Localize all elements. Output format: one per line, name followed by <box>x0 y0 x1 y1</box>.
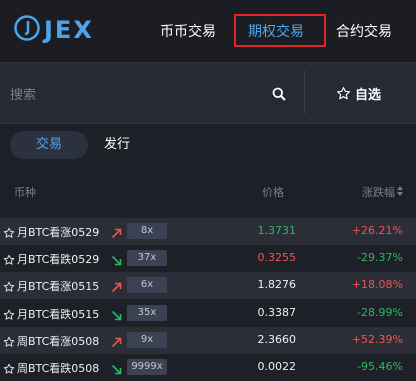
tab-issue[interactable]: 发行 <box>96 131 138 159</box>
star-outline-icon <box>337 87 350 100</box>
search-divider <box>304 70 305 114</box>
row-symbol: 周BTC看涨0508 <box>17 334 100 348</box>
row-price: 2.3660 <box>257 332 297 346</box>
row-price: 0.3387 <box>257 305 297 319</box>
row-symbol: 月BTC看跌0515 <box>17 307 100 321</box>
table-row[interactable]: 周BTC看涨0508 9x 2.3660 +52.39% <box>0 326 416 354</box>
arrow-down-right-icon <box>111 360 122 379</box>
row-change: +52.39% <box>351 332 403 346</box>
star-outline-icon[interactable] <box>3 333 15 352</box>
arrow-up-right-icon <box>111 224 122 243</box>
top-bar: JEX 币币交易 期权交易 合约交易 <box>0 0 416 62</box>
row-price: 1.8276 <box>257 278 297 292</box>
row-change: +26.21% <box>351 224 403 237</box>
header-symbol: 币种 <box>14 186 36 199</box>
table-row[interactable]: 月BTC看涨0515 6x 1.8276 +18.08% <box>0 272 416 300</box>
favorites-label: 自选 <box>355 88 382 103</box>
arrow-down-right-icon <box>111 306 122 325</box>
row-change: -95.46% <box>357 360 403 373</box>
active-nav-highlight <box>234 14 326 47</box>
logo-text: JEX <box>44 16 94 44</box>
row-price: 0.3255 <box>257 251 297 265</box>
header-change-label: 涨跌幅 <box>362 186 395 199</box>
favorites-button[interactable]: 自选 <box>336 84 381 103</box>
row-change: +18.08% <box>351 278 403 292</box>
star-outline-icon[interactable] <box>3 224 15 243</box>
search-input[interactable]: 搜索 <box>10 84 36 103</box>
leverage-badge: 35x <box>127 304 167 321</box>
header-price[interactable]: 价格 <box>262 184 284 200</box>
table-row[interactable]: 月BTC看跌0529 37x 0.3255 -29.37% <box>0 245 416 272</box>
logo-icon <box>14 15 40 45</box>
star-outline-icon[interactable] <box>3 306 15 325</box>
sort-icon <box>397 185 403 199</box>
row-symbol: 月BTC看跌0529 <box>17 253 100 267</box>
row-change: -28.99% <box>357 305 403 319</box>
header-change[interactable]: 涨跌幅 <box>362 184 403 200</box>
row-price: 1.3731 <box>257 224 297 237</box>
nav-spot-trading[interactable]: 币币交易 <box>160 21 216 41</box>
star-outline-icon[interactable] <box>3 278 15 297</box>
leverage-badge: 8x <box>127 223 167 239</box>
row-symbol: 月BTC看涨0529 <box>17 226 100 239</box>
row-symbol: 周BTC看跌0508 <box>17 362 100 375</box>
star-outline-icon[interactable] <box>3 360 15 379</box>
logo[interactable]: JEX <box>14 14 94 46</box>
row-symbol: 月BTC看涨0515 <box>17 280 100 294</box>
table-row[interactable]: 月BTC看涨0529 8x 1.3731 +26.21% <box>0 218 416 245</box>
leverage-badge: 37x <box>127 250 167 267</box>
star-outline-icon[interactable] <box>3 251 15 270</box>
leverage-badge: 6x <box>127 277 167 294</box>
arrow-up-right-icon <box>111 278 122 297</box>
row-price: 0.0022 <box>257 360 297 373</box>
table-row[interactable]: 周BTC看跌0508 9999x 0.0022 -95.46% <box>0 354 416 381</box>
arrow-up-right-icon <box>111 333 122 352</box>
nav-futures-trading[interactable]: 合约交易 <box>336 21 392 41</box>
row-change: -29.37% <box>357 251 403 265</box>
tab-trade[interactable]: 交易 <box>10 131 88 159</box>
search-icon[interactable] <box>272 86 286 105</box>
table-row[interactable]: 月BTC看跌0515 35x 0.3387 -28.99% <box>0 300 416 327</box>
leverage-badge: 9999x <box>127 359 167 375</box>
leverage-badge: 9x <box>127 331 167 348</box>
arrow-down-right-icon <box>111 251 122 270</box>
